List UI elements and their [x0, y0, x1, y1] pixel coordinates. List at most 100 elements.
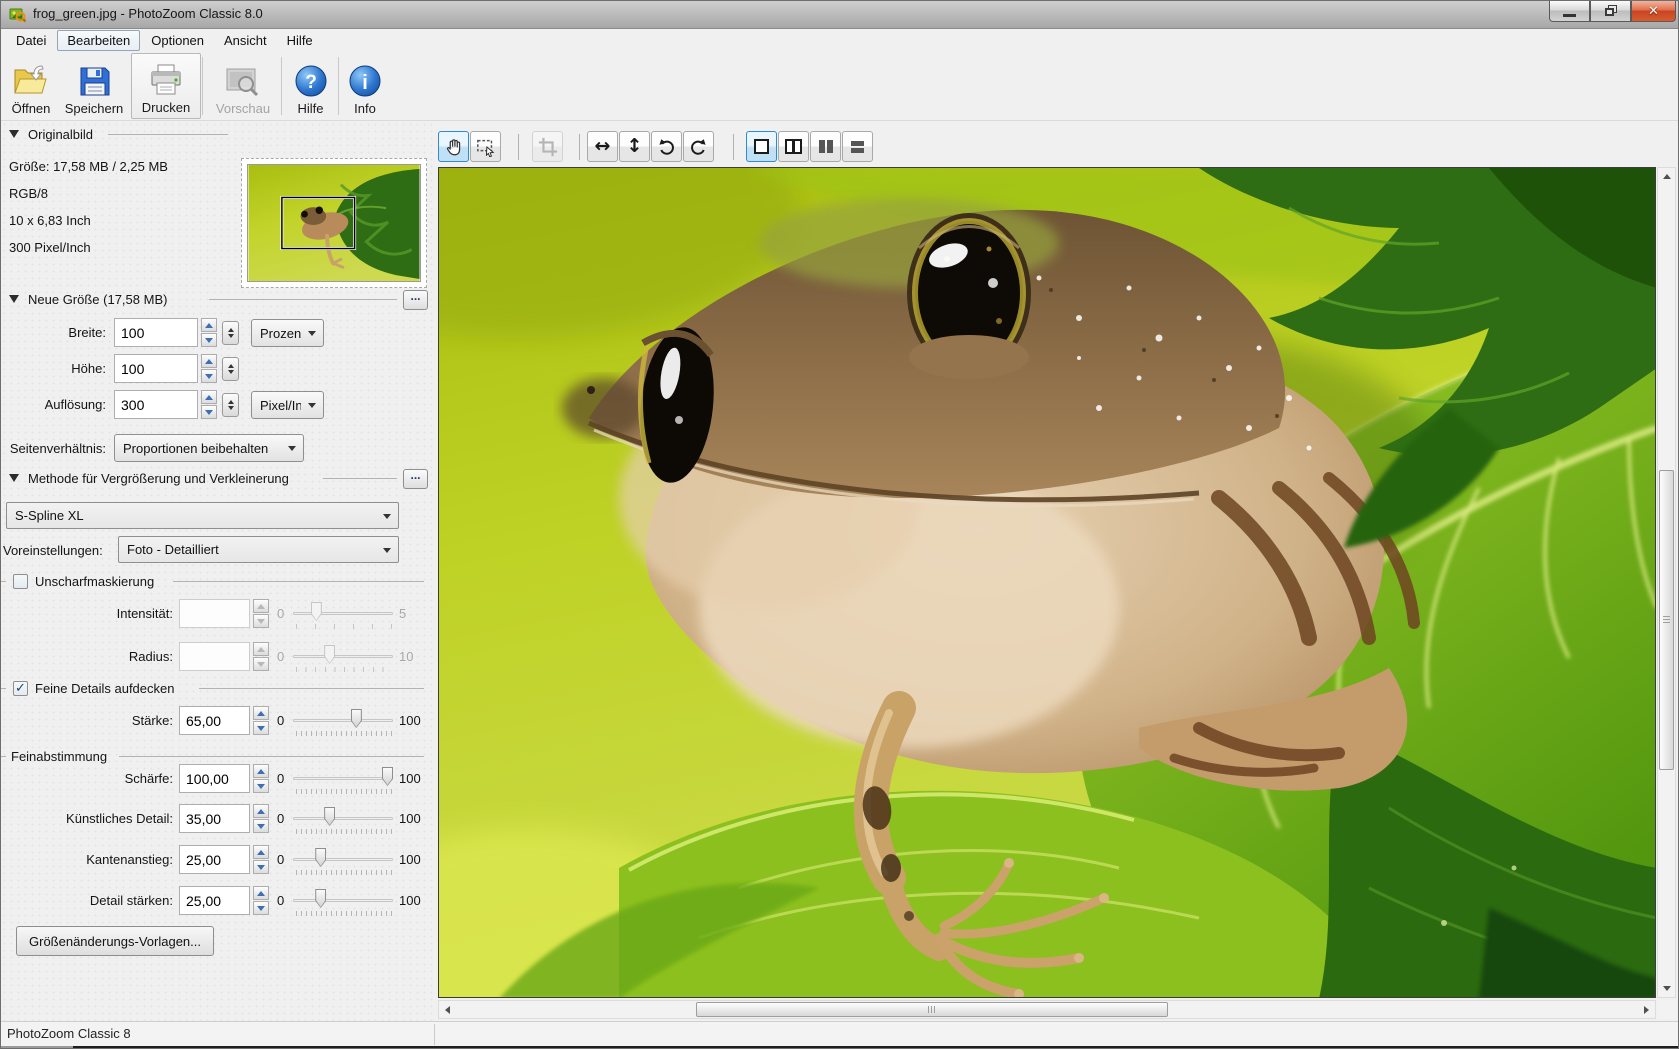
- view-side-by-side-button[interactable]: [810, 131, 841, 162]
- hand-icon: [444, 137, 464, 157]
- size-unit-select[interactable]: Prozent: [251, 319, 324, 347]
- section-original[interactable]: Originalbild: [1, 124, 93, 144]
- strength-input[interactable]: [179, 706, 250, 735]
- presets-label: Voreinstellungen:: [3, 543, 103, 558]
- chevron-down-icon: [308, 331, 316, 336]
- flip-vertical-icon: ↕: [627, 137, 643, 156]
- method-select[interactable]: S-Spline XL: [6, 502, 399, 529]
- save-floppy-icon: [78, 64, 111, 98]
- strength-slider[interactable]: [293, 706, 393, 736]
- toolbar-separator: [281, 57, 282, 115]
- artificial-detail-slider[interactable]: [293, 804, 393, 834]
- split-view-icon: [785, 139, 802, 154]
- view-stacked-button[interactable]: [842, 131, 873, 162]
- scroll-up-button[interactable]: [1658, 168, 1675, 185]
- fine-detail-label: Feine Details aufdecken: [35, 681, 174, 696]
- detail-boost-slider[interactable]: [293, 886, 393, 916]
- new-size-more-button[interactable]: ...: [403, 290, 428, 310]
- view-split-button[interactable]: [778, 131, 809, 162]
- preview-button: Vorschau: [206, 53, 280, 119]
- save-button[interactable]: Speichern: [59, 53, 129, 119]
- detail-boost-spinner[interactable]: [253, 886, 269, 915]
- resize-templates-button[interactable]: Größenänderungs-Vorlagen...: [16, 926, 214, 956]
- restore-button[interactable]: [1590, 1, 1631, 22]
- height-input[interactable]: [114, 354, 198, 383]
- edge-boost-slider[interactable]: [293, 845, 393, 875]
- open-button[interactable]: Öffnen: [3, 53, 59, 119]
- vertical-scroll-thumb[interactable]: [1659, 470, 1674, 770]
- width-input[interactable]: [114, 318, 198, 347]
- scroll-down-button[interactable]: [1658, 980, 1675, 997]
- print-icon: [148, 63, 184, 97]
- print-button[interactable]: Drucken: [131, 53, 201, 119]
- method-more-button[interactable]: ...: [403, 469, 428, 489]
- horizontal-scrollbar[interactable]: [438, 1000, 1656, 1019]
- sharpness-input[interactable]: [179, 764, 250, 793]
- strength-spinner[interactable]: [253, 706, 269, 735]
- horizontal-scroll-thumb[interactable]: [696, 1002, 1168, 1017]
- width-preset-button[interactable]: [222, 321, 239, 345]
- resolution-spinner[interactable]: [201, 390, 217, 419]
- minimize-button[interactable]: [1549, 1, 1590, 22]
- menu-optionen[interactable]: Optionen: [142, 31, 213, 50]
- marquee-tool-button[interactable]: [470, 131, 501, 162]
- flip-horizontal-button[interactable]: ↔: [587, 131, 618, 162]
- aspect-label: Seitenverhältnis:: [10, 441, 106, 456]
- edge-boost-input[interactable]: [179, 845, 250, 874]
- section-new-size[interactable]: Neue Größe (17,58 MB): [1, 289, 167, 309]
- intensity-spinner: [253, 599, 269, 628]
- section-method[interactable]: Methode für Vergrößerung und Verkleineru…: [1, 468, 289, 488]
- scroll-left-button[interactable]: [439, 1001, 456, 1018]
- menu-hilfe[interactable]: Hilfe: [278, 31, 322, 50]
- scroll-right-button[interactable]: [1638, 1001, 1655, 1018]
- artificial-detail-spinner[interactable]: [253, 804, 269, 833]
- toolbar-separator: [338, 57, 339, 115]
- detail-boost-label: Detail stärken:: [90, 893, 173, 908]
- rotate-right-button[interactable]: [683, 131, 714, 162]
- sharpness-spinner[interactable]: [253, 764, 269, 793]
- hand-tool-button[interactable]: [438, 131, 469, 162]
- vertical-scrollbar[interactable]: [1657, 167, 1676, 998]
- view-single-button[interactable]: [746, 131, 777, 162]
- intensity-input: [179, 599, 250, 628]
- resolution-input[interactable]: [114, 390, 198, 419]
- help-icon: ?: [294, 64, 328, 98]
- height-preset-button[interactable]: [222, 357, 239, 381]
- open-folder-icon: [11, 64, 51, 98]
- edge-boost-spinner[interactable]: [253, 845, 269, 874]
- collapse-triangle-icon: [9, 474, 19, 482]
- thumbnail-photo: [247, 164, 421, 282]
- width-spinner[interactable]: [201, 318, 217, 347]
- unsharp-label: Unscharfmaskierung: [35, 574, 154, 589]
- presets-select[interactable]: Foto - Detailliert: [118, 536, 399, 563]
- edge-boost-label: Kantenanstieg:: [86, 852, 173, 867]
- radius-spinner: [253, 642, 269, 671]
- original-colormode: RGB/8: [9, 186, 48, 201]
- menu-ansicht[interactable]: Ansicht: [215, 31, 276, 50]
- close-button[interactable]: ✕: [1631, 1, 1676, 22]
- image-canvas[interactable]: [438, 167, 1656, 998]
- info-button[interactable]: i Info: [341, 53, 389, 119]
- chevron-down-icon: [383, 548, 391, 553]
- resolution-unit-select[interactable]: Pixel/Inch: [251, 391, 324, 419]
- height-spinner[interactable]: [201, 354, 217, 383]
- menu-datei[interactable]: Datei: [7, 31, 55, 50]
- aspect-select[interactable]: Proportionen beibehalten: [114, 434, 304, 462]
- menu-bearbeiten[interactable]: Bearbeiten: [57, 30, 140, 51]
- flip-vertical-button[interactable]: ↕: [619, 131, 650, 162]
- help-button[interactable]: ? Hilfe: [284, 53, 337, 119]
- navigator-thumbnail[interactable]: [241, 158, 427, 288]
- intensity-slider: [293, 599, 393, 629]
- unsharp-checkbox[interactable]: [13, 574, 28, 589]
- fine-detail-checkbox[interactable]: [13, 681, 28, 696]
- frog-photo: [439, 168, 1656, 998]
- artificial-detail-input[interactable]: [179, 804, 250, 833]
- rotate-left-button[interactable]: [651, 131, 682, 162]
- height-label: Höhe:: [71, 361, 106, 376]
- sharpness-slider[interactable]: [293, 764, 393, 794]
- detail-boost-input[interactable]: [179, 886, 250, 915]
- collapse-triangle-icon: [9, 130, 19, 138]
- resolution-preset-button[interactable]: [222, 393, 239, 417]
- original-size: Größe: 17,58 MB / 2,25 MB: [9, 159, 168, 174]
- fine-tuning-label: Feinabstimmung: [11, 749, 107, 764]
